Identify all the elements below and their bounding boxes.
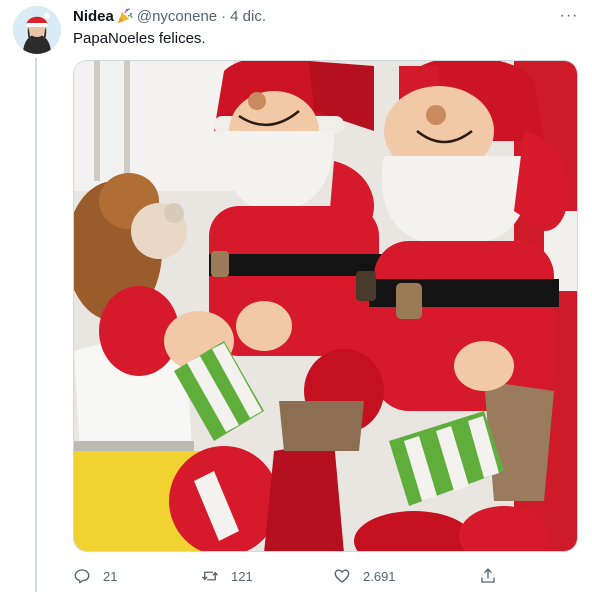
- avatar[interactable]: [13, 6, 61, 54]
- like-button[interactable]: 2.691: [333, 566, 396, 586]
- like-count: 2.691: [363, 568, 396, 584]
- tweet-text: PapaNoeles felices.: [73, 30, 206, 47]
- santa-plush-photo: [74, 61, 577, 551]
- author-handle[interactable]: @nyconene: [137, 8, 217, 25]
- heart-icon: [334, 569, 350, 583]
- retweet-button[interactable]: 121: [201, 566, 253, 586]
- tweet-date[interactable]: 4 dic.: [230, 8, 266, 25]
- retweet-icon: [201, 571, 219, 581]
- party-popper-icon: [116, 7, 134, 25]
- thread-line: [35, 58, 37, 592]
- tweet-header: Nidea @nyconene · 4 dic.: [73, 6, 266, 26]
- share-button[interactable]: [479, 566, 509, 586]
- separator-dot: ·: [221, 7, 227, 25]
- retweet-count: 121: [231, 568, 253, 584]
- tweet-card[interactable]: Nidea @nyconene · 4 dic. ··· PapaNoeles …: [0, 0, 592, 592]
- share-icon: [481, 568, 495, 583]
- reply-button[interactable]: 21: [73, 566, 117, 586]
- author-name[interactable]: Nidea: [73, 8, 114, 25]
- reply-count: 21: [103, 568, 118, 584]
- avatar-image: [13, 6, 61, 54]
- reply-icon: [74, 569, 90, 584]
- more-options-icon[interactable]: ···: [558, 7, 580, 25]
- tweet-media-photo[interactable]: [73, 60, 578, 552]
- tweet-actions: 21 121 2.691: [73, 566, 503, 586]
